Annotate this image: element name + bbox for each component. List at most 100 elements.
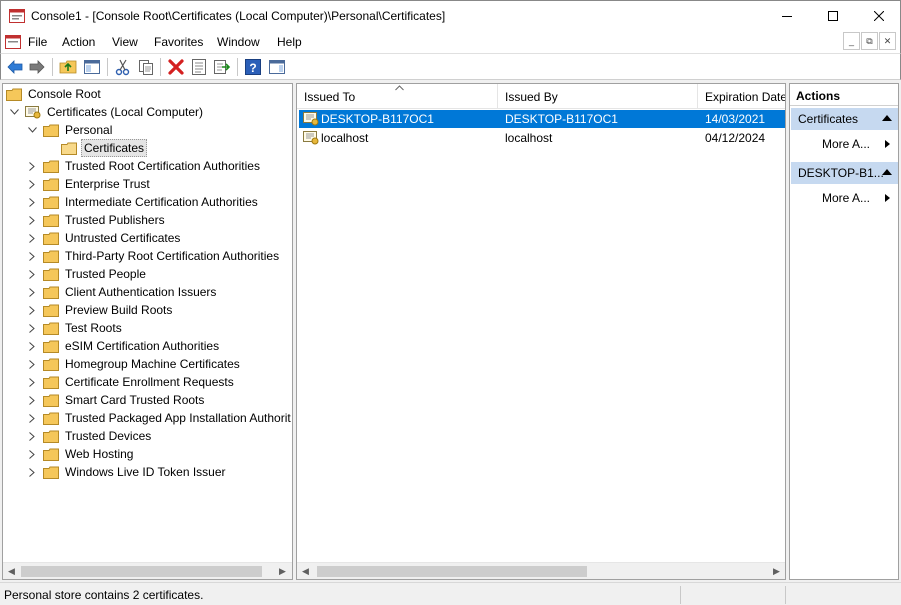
chevron-right-icon[interactable]	[27, 283, 37, 301]
chevron-right-icon[interactable]	[27, 355, 37, 373]
properties-icon[interactable]	[190, 58, 208, 76]
list-horizontal-scrollbar[interactable]: ◀ ▶	[297, 562, 785, 579]
action-section-header[interactable]: Certificates	[791, 108, 898, 130]
chevron-right-icon[interactable]	[27, 193, 37, 211]
tree-item-store[interactable]: Untrusted Certificates	[27, 229, 182, 247]
chevron-down-icon[interactable]	[9, 103, 19, 121]
column-header-issued-by[interactable]: Issued By	[498, 84, 698, 108]
delete-icon[interactable]	[167, 58, 185, 76]
tree-item-store[interactable]: Third-Party Root Certification Authoriti…	[27, 247, 281, 265]
cell-issued-to: localhost	[321, 131, 369, 145]
chevron-right-icon[interactable]	[27, 391, 37, 409]
collapse-up-icon[interactable]	[882, 169, 892, 175]
action-more-actions[interactable]: More A...	[822, 137, 870, 151]
child-window-icon[interactable]	[5, 34, 21, 50]
up-folder-icon[interactable]	[59, 58, 77, 76]
tree-item-store[interactable]: Trusted Publishers	[27, 211, 167, 229]
tree-item-personal[interactable]: Personal	[27, 121, 114, 139]
submenu-arrow-icon[interactable]	[885, 140, 890, 148]
minimize-button[interactable]	[764, 1, 810, 31]
tree-label: Third-Party Root Certification Authoriti…	[65, 249, 280, 263]
action-section-header[interactable]: DESKTOP-B1...	[791, 162, 898, 184]
chevron-right-icon[interactable]	[27, 337, 37, 355]
table-row[interactable]: localhost localhost 04/12/2024	[299, 129, 785, 147]
action-more-actions[interactable]: More A...	[822, 191, 870, 205]
scroll-right-icon[interactable]: ▶	[768, 563, 785, 579]
chevron-right-icon[interactable]	[27, 175, 37, 193]
chevron-right-icon[interactable]	[27, 463, 37, 481]
chevron-right-icon[interactable]	[27, 229, 37, 247]
chevron-right-icon[interactable]	[27, 157, 37, 175]
tree-item-store[interactable]: Preview Build Roots	[27, 301, 174, 319]
mdi-restore-button[interactable]: ⧉	[861, 32, 878, 50]
collapse-up-icon[interactable]	[882, 115, 892, 121]
tree-item-store[interactable]: Homegroup Machine Certificates	[27, 355, 242, 373]
cell-issued-by: localhost	[505, 131, 553, 145]
tree-item-store[interactable]: Certificate Enrollment Requests	[27, 373, 236, 391]
menu-view[interactable]: View	[112, 35, 138, 49]
chevron-right-icon[interactable]	[27, 409, 37, 427]
cut-icon[interactable]	[114, 58, 132, 76]
chevron-right-icon[interactable]	[27, 211, 37, 229]
help-icon[interactable]: ?	[244, 58, 262, 76]
close-button[interactable]	[856, 1, 901, 31]
chevron-right-icon[interactable]	[27, 445, 37, 463]
scrollbar-thumb[interactable]	[21, 566, 262, 577]
scroll-right-icon[interactable]: ▶	[274, 563, 291, 579]
certificate-list-pane[interactable]: Issued To Issued By Expiration Date DESK…	[296, 83, 786, 580]
tree-horizontal-scrollbar[interactable]: ◀ ▶	[3, 562, 292, 579]
tree-item-store[interactable]: Trusted Devices	[27, 427, 153, 445]
menu-help[interactable]: Help	[277, 35, 302, 49]
maximize-button[interactable]	[810, 1, 856, 31]
tree-item-store[interactable]: Intermediate Certification Authorities	[27, 193, 260, 211]
mdi-close-button[interactable]: ✕	[879, 32, 896, 50]
tree-item-store[interactable]: Trusted Packaged App Installation Author…	[27, 409, 292, 427]
tree-item-certificates-local-computer[interactable]: Certificates (Local Computer)	[9, 103, 205, 121]
chevron-right-icon[interactable]	[27, 301, 37, 319]
column-header-expiration-date[interactable]: Expiration Date	[698, 84, 785, 108]
copy-icon[interactable]	[137, 58, 155, 76]
chevron-right-icon[interactable]	[27, 265, 37, 283]
tree-item-store[interactable]: Trusted Root Certification Authorities	[27, 157, 262, 175]
tree-item-store[interactable]: Web Hosting	[27, 445, 135, 463]
tree-label: Test Roots	[65, 321, 122, 335]
show-hide-tree-icon[interactable]	[83, 58, 101, 76]
tree-item-store[interactable]: Client Authentication Issuers	[27, 283, 218, 301]
show-hide-action-pane-icon[interactable]	[268, 58, 286, 76]
tree-label: Windows Live ID Token Issuer	[65, 465, 226, 479]
forward-arrow-icon[interactable]	[28, 58, 46, 76]
menu-window[interactable]: Window	[217, 35, 260, 49]
tree-item-store[interactable]: Enterprise Trust	[27, 175, 152, 193]
tree-item-console-root[interactable]: Console Root	[6, 85, 103, 103]
console-tree-pane[interactable]: Console Root Certificates (Local Compute…	[2, 83, 293, 580]
chevron-right-icon[interactable]	[27, 247, 37, 265]
menu-favorites[interactable]: Favorites	[154, 35, 203, 49]
tree-item-store[interactable]: eSIM Certification Authorities	[27, 337, 221, 355]
chevron-right-icon[interactable]	[27, 319, 37, 337]
tree-item-store[interactable]: Windows Live ID Token Issuer	[27, 463, 228, 481]
table-row[interactable]: DESKTOP-B117OC1 DESKTOP-B117OC1 14/03/20…	[299, 110, 785, 128]
scroll-left-icon[interactable]: ◀	[297, 563, 314, 579]
submenu-arrow-icon[interactable]	[885, 194, 890, 202]
menu-action[interactable]: Action	[62, 35, 95, 49]
scroll-left-icon[interactable]: ◀	[3, 563, 20, 579]
menu-file[interactable]: File	[28, 35, 47, 49]
folder-icon	[43, 340, 59, 353]
chevron-right-icon[interactable]	[27, 427, 37, 445]
mdi-minimize-button[interactable]: _	[843, 32, 860, 50]
column-header-issued-to[interactable]: Issued To	[297, 84, 498, 108]
chevron-right-icon[interactable]	[27, 373, 37, 391]
mmc-app-icon[interactable]	[9, 9, 25, 23]
tree-label: Certificate Enrollment Requests	[65, 375, 234, 389]
tree-item-store[interactable]: Test Roots	[27, 319, 124, 337]
status-separator	[680, 586, 681, 604]
export-icon[interactable]	[213, 58, 231, 76]
mdi-controls: _ ⧉ ✕	[843, 32, 896, 50]
tree-item-store[interactable]: Trusted People	[27, 265, 148, 283]
minimize-icon	[782, 16, 792, 17]
back-arrow-icon[interactable]	[6, 58, 24, 76]
chevron-down-icon[interactable]	[27, 121, 37, 139]
tree-item-store[interactable]: Smart Card Trusted Roots	[27, 391, 206, 409]
scrollbar-thumb[interactable]	[317, 566, 587, 577]
tree-item-certificates[interactable]: Certificates	[61, 139, 148, 157]
